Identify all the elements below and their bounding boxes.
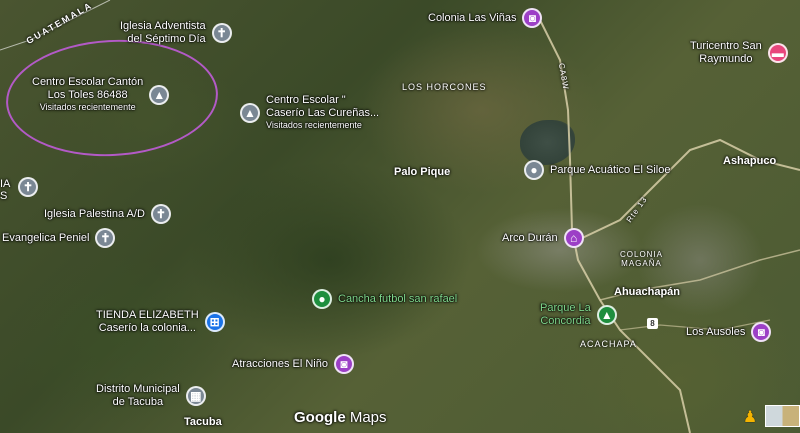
road-label-rte13: Rte 13 [624, 194, 649, 225]
pin-dot-icon: ● [524, 160, 544, 180]
logo-product: Maps [349, 409, 387, 426]
poi-label: Centro Escolar Cantón Los Toles 86488 [32, 76, 144, 101]
cross-icon: ✝ [150, 204, 171, 224]
lake-area [520, 120, 575, 165]
school-icon: ▲ [240, 102, 260, 123]
poi-label: Evangelica Peniel [2, 231, 90, 244]
country-label: GUATEMALA [24, 0, 95, 47]
poi-arco-duran[interactable]: Arco Durán ⌂ [502, 228, 584, 248]
poi-label: TIENDA ELIZABETH Caserío la colonia... [96, 309, 199, 334]
place-palo-pique[interactable]: Palo Pique [394, 166, 450, 178]
satellite-map[interactable]: GUATEMALA LOS HORCONES COLONIA MAGAÑA AC… [0, 0, 800, 433]
poi-label: Iglesia Adventista del Séptimo Día [120, 20, 206, 45]
poi-tienda-elizabeth[interactable]: TIENDA ELIZABETH Caserío la colonia... ⊞ [96, 309, 225, 335]
cross-icon: ✝ [18, 177, 38, 197]
poi-label: Los Ausoles [686, 325, 746, 338]
poi-iglesia-palestina[interactable]: Iglesia Palestina A/D ✝ [44, 204, 171, 224]
poi-label-block: Centro Escolar " Caserío Las Cureñas... … [266, 94, 379, 131]
poi-label: Arco Durán [502, 231, 558, 244]
pin-dot-icon: ● [312, 289, 332, 309]
poi-sublabel: Visitados recientemente [266, 120, 362, 130]
poi-atracciones-nino[interactable]: Atracciones El Niño ◙ [232, 354, 354, 374]
place-ashapuco[interactable]: Ashapuco [723, 155, 776, 167]
camera-icon: ◙ [334, 354, 354, 374]
poi-distrito-tacuba[interactable]: Distrito Municipal de Tacuba ▦ [96, 383, 206, 409]
pegman-icon[interactable]: ♟ [741, 405, 759, 427]
poi-edge-cross[interactable]: ✝ [18, 177, 38, 197]
building-icon: ▦ [185, 386, 206, 406]
poi-centro-curenas[interactable]: ▲ Centro Escolar " Caserío Las Cureñas..… [240, 94, 379, 131]
poi-sublabel: Visitados recientemente [39, 102, 136, 112]
logo-brand: Google [294, 409, 346, 426]
poi-label: Turicentro San Raymundo [690, 40, 762, 65]
poi-label: Cancha futbol san rafael [338, 292, 458, 305]
area-label-colonia-magana: COLONIA MAGAÑA [620, 250, 664, 268]
cross-icon: ✝ [95, 228, 116, 248]
place-edge-label: IA S [0, 178, 11, 202]
poi-los-ausoles[interactable]: Los Ausoles ◙ [686, 322, 772, 342]
place-tacuba[interactable]: Tacuba [184, 416, 222, 428]
cross-icon: ✝ [211, 23, 232, 43]
poi-label: Atracciones El Niño [232, 357, 328, 370]
google-maps-logo: Google Maps [294, 409, 387, 426]
landmark-icon: ⌂ [563, 228, 584, 248]
bed-icon: ▬ [767, 43, 788, 63]
poi-centro-los-toles[interactable]: Centro Escolar Cantón Los Toles 86488 Vi… [32, 76, 170, 113]
poi-cancha-futbol[interactable]: ● Cancha futbol san rafael [312, 289, 457, 309]
place-ahuachapan[interactable]: Ahuachapán [614, 286, 680, 298]
school-icon: ▲ [149, 84, 170, 105]
poi-colonia-las-vinas[interactable]: Colonia Las Viñas ◙ [428, 8, 543, 28]
poi-parque-acuatico[interactable]: ● Parque Acuático El Siloe [524, 160, 670, 180]
poi-label: Centro Escolar " Caserío Las Cureñas... [266, 94, 380, 119]
tree-icon: ▲ [596, 305, 617, 325]
poi-label: Parque La Concordia [540, 302, 591, 327]
area-label-acachapa: ACACHAPA [580, 339, 637, 349]
camera-icon: ◙ [522, 8, 543, 28]
camera-icon: ◙ [751, 322, 772, 342]
poi-label: Distrito Municipal de Tacuba [96, 383, 180, 408]
poi-label: Colonia Las Viñas [428, 11, 517, 24]
road-label-ca8w: CA8W [556, 62, 571, 91]
layers-toggle[interactable] [765, 405, 800, 427]
poi-turicentro[interactable]: Turicentro San Raymundo ▬ [690, 40, 788, 66]
cart-icon: ⊞ [204, 312, 225, 332]
poi-iglesia-adventista[interactable]: Iglesia Adventista del Séptimo Día ✝ [120, 20, 232, 46]
poi-parque-concordia[interactable]: Parque La Concordia ▲ [540, 302, 617, 328]
poi-evangelica-peniel[interactable]: Evangelica Peniel ✝ [2, 228, 116, 248]
poi-label: Iglesia Palestina A/D [44, 207, 145, 220]
poi-label-block: Centro Escolar Cantón Los Toles 86488 Vi… [32, 76, 143, 113]
poi-label: Parque Acuático El Siloe [550, 163, 671, 176]
route-shield-8: 8 [647, 318, 658, 329]
area-label-los-horcones: LOS HORCONES [402, 82, 487, 92]
